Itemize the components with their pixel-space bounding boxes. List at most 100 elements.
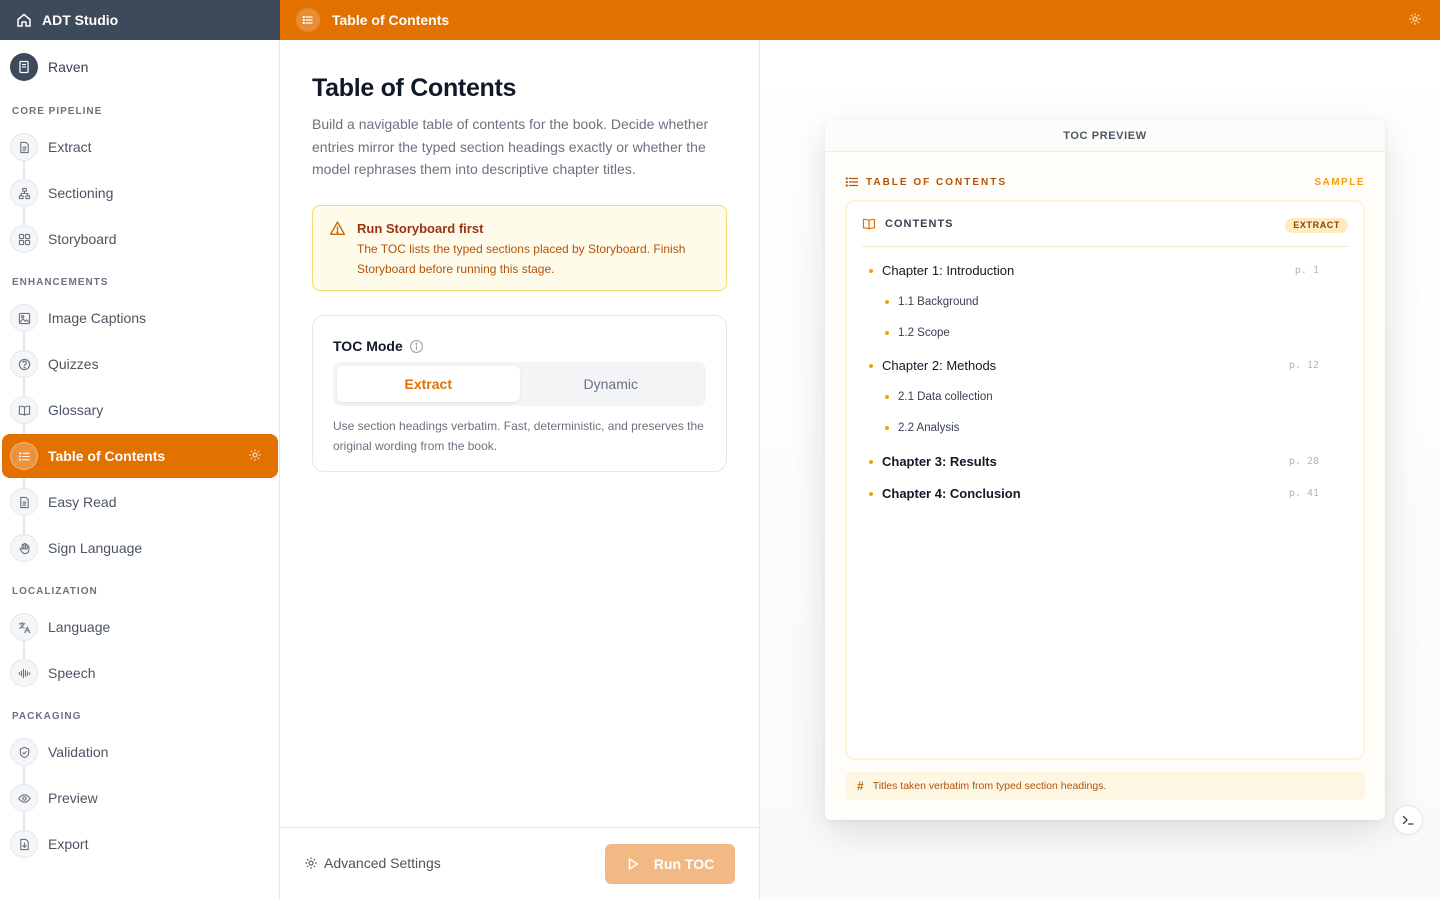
toc-entry-title: Chapter 2: Methods (882, 358, 997, 373)
app-title: ADT Studio (42, 12, 119, 28)
toc-entry: Chapter 2: Methods p. 12 (869, 358, 1343, 373)
terminal-toggle-button[interactable] (1393, 805, 1423, 835)
bullet-dot (885, 300, 889, 304)
warning-banner: Run Storyboard first The TOC lists the t… (312, 205, 727, 291)
toc-subentry: 2.1 Data collection (885, 391, 993, 403)
sidebar-item-validation[interactable]: Validation (2, 730, 278, 774)
toc-mode-title: TOC Mode (333, 338, 403, 354)
stage-header: Table of Contents (280, 0, 1440, 40)
page-description: Build a navigable table of contents for … (312, 116, 709, 177)
sidebar-item-label: Language (48, 619, 111, 635)
panel-footer: Advanced Settings Run TOC (280, 827, 759, 900)
advanced-settings-label: Advanced Settings (324, 855, 441, 871)
sidebar-item-easy-read[interactable]: Easy Read (2, 480, 278, 524)
sidebar-item-quizzes[interactable]: Quizzes (2, 342, 278, 386)
sidebar-item-image-captions[interactable]: Image Captions (2, 296, 278, 340)
sidebar-item-glossary[interactable]: Glossary (2, 388, 278, 432)
book-open-icon (10, 396, 38, 424)
list-icon (845, 175, 859, 189)
bullet-dot (869, 491, 873, 496)
terminal-icon (1401, 813, 1415, 827)
bullet-dot (885, 426, 889, 430)
sidebar-item-label: Quizzes (48, 356, 99, 372)
toc-mode-header: TOC Mode (333, 338, 706, 354)
toc-entry-title: Chapter 4: Conclusion (882, 486, 1021, 501)
sidebar-item-sectioning[interactable]: Sectioning (2, 171, 278, 215)
toc-mode-option-extract[interactable]: Extract (337, 366, 520, 402)
book-open-icon (862, 217, 877, 232)
run-toc-button[interactable]: Run TOC (605, 844, 735, 884)
sidebar-item-label: Export (48, 836, 89, 852)
sidebar-item-label: Sectioning (48, 185, 114, 201)
sidebar-item-table-of-contents[interactable]: Table of Contents (2, 434, 278, 478)
shield-check-icon (10, 738, 38, 766)
toc-bar-title: TABLE OF CONTENTS (866, 176, 1008, 188)
sidebar-item-label: Sign Language (48, 540, 143, 556)
advanced-settings-button[interactable]: Advanced Settings (304, 855, 441, 871)
warning-text: The TOC lists the typed sections placed … (357, 242, 686, 276)
sidebar-item-speech[interactable]: Speech (2, 651, 278, 695)
sidebar-item-sign-language[interactable]: Sign Language (2, 526, 278, 570)
sidebar-item-label: Preview (48, 790, 98, 806)
section-label-packaging: PACKAGING (12, 711, 82, 722)
toc-preview-card: TOC PREVIEW TABLE OF CONTENTS SAMPLE CON… (825, 120, 1385, 820)
sidebar-item-export[interactable]: Export (2, 822, 278, 866)
info-icon[interactable] (409, 339, 424, 354)
grid-icon (10, 225, 38, 253)
app-header: ADT Studio (0, 0, 280, 40)
sample-badge: SAMPLE (1314, 176, 1365, 188)
book-name: Raven (48, 59, 89, 75)
gear-icon (304, 856, 318, 870)
toc-mode-card: TOC Mode Extract Dynamic Use section hea… (312, 315, 727, 472)
sidebar-item-label: Easy Read (48, 494, 117, 510)
stage-config-panel: Table of Contents Build a navigable tabl… (280, 40, 760, 900)
book-selector[interactable]: Raven (10, 53, 88, 81)
sitemap-icon (10, 179, 38, 207)
play-icon (626, 857, 640, 871)
sidebar-item-label: Table of Contents (48, 448, 166, 464)
audio-wave-icon (10, 659, 38, 687)
home-icon[interactable] (16, 12, 32, 28)
preview-pane: TOC PREVIEW TABLE OF CONTENTS SAMPLE CON… (760, 40, 1440, 900)
toc-subentry: 1.2 Scope (885, 327, 950, 339)
page-title: Table of Contents (312, 74, 517, 102)
toc-subentry: 1.1 Background (885, 296, 979, 308)
stage-title: Table of Contents (332, 12, 450, 28)
toc-bar: TABLE OF CONTENTS SAMPLE (845, 175, 1365, 189)
toc-entry: Chapter 4: Conclusion p. 41 (869, 486, 1343, 501)
mode-note-text: Titles taken verbatim from typed section… (872, 780, 1107, 792)
warning-triangle-icon (329, 220, 347, 238)
warning-title: Run Storyboard first (357, 221, 484, 236)
toc-entry-title: 2.1 Data collection (898, 391, 993, 403)
book-icon (10, 53, 38, 81)
toc-entry-page: p. 28 (1288, 456, 1319, 467)
sidebar-item-language[interactable]: Language (2, 605, 278, 649)
run-toc-label: Run TOC (653, 856, 715, 872)
sidebar-item-extract[interactable]: Extract (2, 125, 278, 169)
bullet-dot (885, 331, 889, 335)
list-icon (10, 442, 38, 470)
bullet-dot (869, 459, 873, 464)
bullet-dot (869, 363, 873, 368)
contents-title: CONTENTS (885, 218, 954, 230)
section-label-core-pipeline: CORE PIPELINE (12, 106, 103, 117)
toc-mode-toggle: Extract Dynamic (333, 362, 706, 406)
toc-entry: Chapter 3: Results p. 28 (869, 454, 1343, 469)
settings-gear-icon[interactable] (1408, 12, 1424, 28)
sidebar-item-label: Image Captions (48, 310, 147, 326)
toc-entry-title: Chapter 1: Introduction (882, 263, 1015, 278)
sidebar-item-storyboard[interactable]: Storyboard (2, 217, 278, 261)
toc-entry-page: p. 12 (1288, 360, 1319, 371)
toc-entry-title: 1.2 Scope (898, 327, 950, 339)
toc-subentry: 2.2 Analysis (885, 422, 959, 434)
image-icon (10, 304, 38, 332)
toc-mode-option-dynamic[interactable]: Dynamic (520, 366, 703, 402)
stage-settings-gear-icon[interactable] (248, 448, 264, 464)
translate-icon (10, 613, 38, 641)
sidebar-item-label: Validation (48, 744, 109, 760)
toc-mode-description: Use section headings verbatim. Fast, det… (333, 419, 704, 453)
sidebar-item-preview[interactable]: Preview (2, 776, 278, 820)
sidebar: Raven CORE PIPELINE Extract Sectioning S… (0, 40, 280, 900)
contents-box: CONTENTS EXTRACT Chapter 1: Introduction… (845, 200, 1365, 760)
toc-entry-title: Chapter 3: Results (882, 454, 997, 469)
